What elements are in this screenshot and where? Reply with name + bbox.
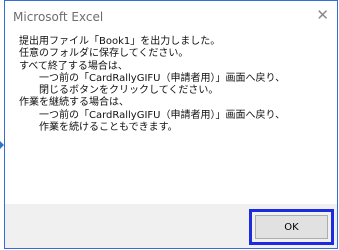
ok-button-highlight: OK bbox=[249, 209, 334, 245]
dialog-titlebar: Microsoft Excel ✕ bbox=[5, 1, 337, 33]
dialog-title: Microsoft Excel bbox=[13, 10, 104, 24]
close-icon[interactable]: ✕ bbox=[316, 8, 329, 23]
dialog-message: 提出用ファイル「Book1」を出力しました。 任意のフォルダに保存してください。… bbox=[19, 36, 286, 134]
message-dialog: Microsoft Excel ✕ 提出用ファイル「Book1」を出力しました。… bbox=[4, 0, 338, 249]
ok-button[interactable]: OK bbox=[255, 215, 328, 239]
dialog-footer: OK bbox=[5, 204, 337, 248]
